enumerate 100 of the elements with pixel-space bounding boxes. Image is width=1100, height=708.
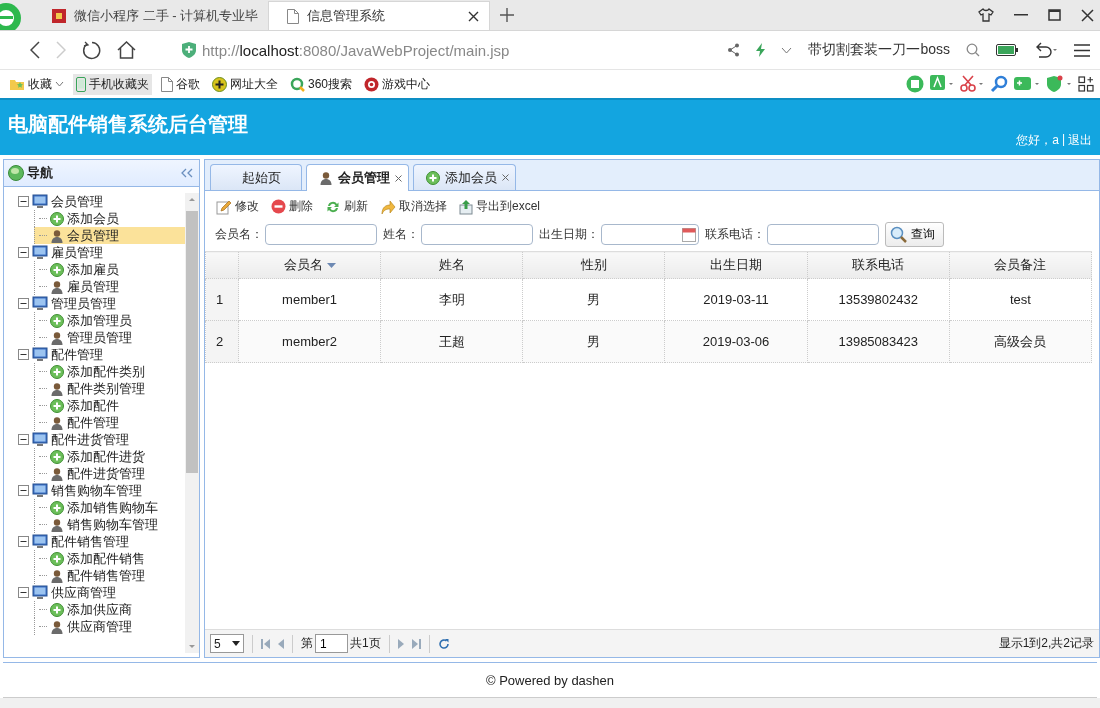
tab[interactable]: 添加会员	[413, 164, 516, 190]
tree-group[interactable]: 管理员管理	[51, 294, 116, 313]
user-icon	[50, 517, 64, 532]
page-input[interactable]: 1	[315, 634, 348, 653]
shield-icon	[182, 42, 196, 58]
home-icon[interactable]	[117, 41, 136, 59]
site-icon	[52, 8, 66, 23]
column-header[interactable]: 性别	[580, 256, 607, 274]
search-icon[interactable]	[966, 43, 980, 57]
magnifier-icon[interactable]	[990, 75, 1008, 93]
collapse-toggle-icon[interactable]	[18, 196, 29, 207]
input-field[interactable]	[767, 224, 879, 245]
table-cell: 13539802432	[807, 278, 950, 321]
collapse-toggle-icon[interactable]	[18, 298, 29, 309]
tree-item[interactable]: 会员管理	[34, 227, 185, 244]
collapse-toggle-icon[interactable]	[18, 434, 29, 445]
bookmark[interactable]: 谷歌	[158, 73, 203, 95]
table-cell: 13985083423	[807, 320, 950, 363]
document-icon	[161, 76, 173, 92]
export-icon	[459, 198, 473, 215]
refresh-icon[interactable]	[437, 637, 450, 650]
tab[interactable]: 起始页	[210, 164, 302, 190]
tree-group[interactable]: 会员管理	[51, 193, 103, 211]
tree-group[interactable]: 销售购物车管理	[51, 481, 142, 500]
apps-icon[interactable]	[1078, 76, 1094, 92]
tree-group[interactable]: 配件管理	[51, 345, 103, 364]
toolbar-button[interactable]: 导出到excel	[456, 196, 543, 217]
collapse-icon[interactable]	[181, 168, 193, 178]
toolbar-button[interactable]: 刷新	[322, 196, 371, 217]
collapse-toggle-icon[interactable]	[18, 485, 29, 496]
browser-tab[interactable]: 微信小程序 二手 - 计算机专业毕	[34, 1, 269, 30]
new-tab-icon[interactable]	[500, 8, 515, 22]
ring-icon	[290, 76, 305, 92]
close-icon[interactable]	[1081, 8, 1094, 22]
toolbar-button[interactable]: 删除	[268, 196, 316, 217]
minimize-icon[interactable]	[1014, 14, 1028, 16]
table-cell: 男	[522, 278, 665, 321]
add-icon	[50, 364, 64, 379]
row-number: 2	[205, 320, 239, 363]
table-cell: member1	[238, 278, 381, 321]
share-icon[interactable]	[727, 43, 741, 57]
bookmark[interactable]: 网址大全	[209, 73, 281, 95]
bookmark[interactable]: 360搜索	[287, 73, 356, 95]
phone-icon	[76, 76, 86, 92]
table-cell: member2	[238, 320, 381, 363]
user-icon	[50, 228, 64, 243]
query-button[interactable]: 查询	[885, 222, 944, 247]
app-title: 电脑配件销售系统后台管理	[8, 112, 248, 137]
computer-icon	[32, 585, 48, 600]
date-field[interactable]	[601, 224, 699, 245]
collapse-toggle-icon[interactable]	[18, 587, 29, 598]
collapse-toggle-icon[interactable]	[18, 536, 29, 547]
maximize-icon[interactable]	[1048, 9, 1061, 21]
globe-icon	[8, 165, 24, 181]
browser-logo-icon[interactable]	[0, 0, 22, 30]
menu-icon[interactable]	[1074, 43, 1090, 57]
collapse-toggle-icon[interactable]	[18, 349, 29, 360]
bookmark[interactable]: 游戏中心	[361, 73, 434, 95]
filter-label: 联系电话：	[705, 226, 765, 243]
tree-group[interactable]: 配件销售管理	[51, 532, 129, 551]
caret-icon[interactable]	[781, 46, 793, 54]
input-field[interactable]	[265, 224, 377, 245]
reload-icon[interactable]	[82, 40, 101, 60]
column-header[interactable]: 姓名	[438, 256, 465, 274]
battery-icon[interactable]	[996, 44, 1018, 56]
computer-icon	[32, 194, 48, 209]
close-icon[interactable]	[468, 10, 480, 22]
scissors-icon[interactable]	[960, 75, 984, 93]
calendar-icon[interactable]	[682, 227, 696, 242]
toolbar-button[interactable]: 取消选择	[377, 196, 450, 217]
undo-icon[interactable]	[1034, 42, 1058, 58]
minus-icon	[271, 199, 286, 214]
gamepad-icon[interactable]	[1014, 75, 1040, 93]
caret-icon	[55, 81, 64, 87]
url-field[interactable]: http://localhost:8080/JavaWebProject/main.jsp	[202, 41, 510, 59]
tab[interactable]: 会员管理	[306, 164, 409, 191]
filter-label: 会员名：	[215, 226, 263, 243]
user-icon	[50, 619, 64, 634]
tree-group[interactable]: 雇员管理	[51, 243, 103, 262]
table-cell: 男	[522, 320, 665, 363]
add-icon	[50, 449, 64, 464]
tree-group[interactable]: 配件进货管理	[51, 430, 129, 449]
close-icon[interactable]	[395, 174, 402, 182]
browser-tab[interactable]: 信息管理系统	[268, 1, 491, 30]
shirt-icon[interactable]	[978, 8, 994, 22]
page-count: 共1页	[350, 635, 381, 652]
input-field[interactable]	[421, 224, 533, 245]
bookmark[interactable]: 收藏	[6, 73, 67, 95]
scrollbar-drawing[interactable]	[185, 193, 199, 653]
search-field[interactable]: 带切割套装一刀一boss	[808, 41, 950, 59]
page-size-select[interactable]: 5	[210, 634, 244, 653]
collapse-toggle-icon[interactable]	[18, 247, 29, 258]
add-icon	[50, 500, 64, 515]
add-icon	[50, 551, 64, 566]
lightning-icon[interactable]	[756, 43, 766, 57]
panel-title: 导航	[27, 164, 53, 182]
back-icon[interactable]	[30, 41, 40, 59]
toolbar-button[interactable]: 修改	[213, 196, 262, 217]
tree-group[interactable]: 供应商管理	[51, 583, 116, 602]
bookmark[interactable]: 手机收藏夹	[73, 73, 152, 95]
